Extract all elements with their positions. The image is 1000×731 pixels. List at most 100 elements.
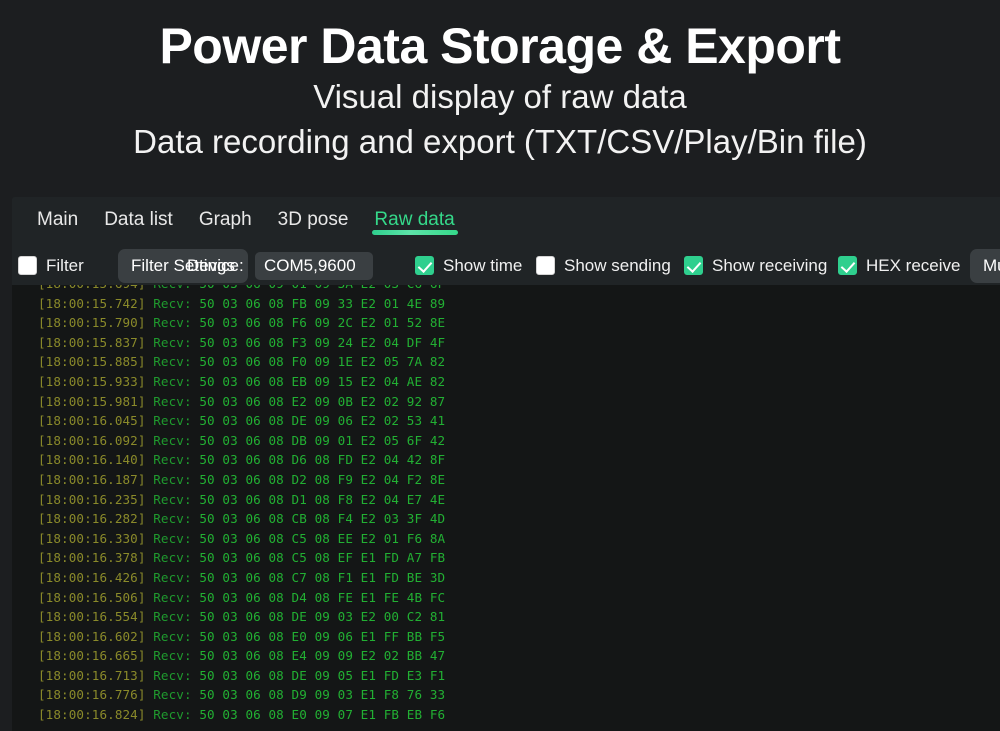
log-hex-payload: 50 03 06 08 D9 09 03 E1 F8 76 33 bbox=[199, 687, 446, 703]
log-timestamp: [18:00:15.981] bbox=[38, 393, 146, 409]
log-hex-payload: 50 03 06 08 FB 09 33 E2 01 4E 89 bbox=[199, 295, 446, 311]
log-timestamp: [18:00:15.790] bbox=[38, 315, 146, 331]
log-direction: Recv: bbox=[153, 285, 191, 291]
log-hex-payload: 50 03 06 08 E2 09 0B E2 02 92 87 bbox=[199, 393, 446, 409]
log-direction: Recv: bbox=[153, 511, 192, 527]
log-timestamp: [18:00:16.330] bbox=[38, 530, 146, 546]
log-hex-payload: 50 03 06 08 DE 09 06 E2 02 53 41 bbox=[199, 413, 446, 429]
log-hex-payload: 50 03 06 08 C5 08 EE E2 01 F6 8A bbox=[199, 530, 446, 546]
hex-receive-checkbox-icon[interactable] bbox=[838, 256, 857, 275]
log-line: [18:00:16.602] Recv: 50 03 06 08 E0 09 0… bbox=[38, 627, 1000, 647]
log-hex-payload: 50 03 06 08 C5 08 EF E1 FD A7 FB bbox=[199, 550, 446, 566]
log-line: [18:00:16.665] Recv: 50 03 06 08 E4 09 0… bbox=[38, 646, 1000, 666]
log-timestamp: [18:00:15.885] bbox=[38, 354, 146, 370]
log-direction: Recv: bbox=[153, 667, 192, 683]
show-receiving-checkbox-icon[interactable] bbox=[684, 256, 703, 275]
log-direction: Recv: bbox=[153, 628, 192, 644]
hex-receive-label: HEX receive bbox=[866, 255, 961, 275]
show-time-checkbox-icon[interactable] bbox=[415, 256, 434, 275]
tab-main-label: Main bbox=[37, 209, 79, 230]
device-field-group[interactable] bbox=[255, 246, 373, 285]
log-direction: Recv: bbox=[153, 609, 192, 625]
log-direction: Recv: bbox=[153, 334, 192, 350]
log-timestamp: [18:00:15.933] bbox=[38, 373, 146, 389]
log-timestamp: [18:00:16.554] bbox=[38, 609, 146, 625]
raw-data-log-pane[interactable]: [18:00:15.694] Recv: 50 03 06 09 01 09 3… bbox=[12, 285, 1000, 731]
show-sending-group[interactable]: Show sending bbox=[536, 246, 671, 285]
log-timestamp: [18:00:16.140] bbox=[38, 452, 146, 468]
tab-graph[interactable]: Graph bbox=[186, 197, 265, 246]
log-line: [18:00:16.554] Recv: 50 03 06 08 DE 09 0… bbox=[38, 607, 1000, 627]
filter-checkbox-label: Filter bbox=[46, 255, 84, 275]
log-direction: Recv: bbox=[153, 550, 192, 566]
log-timestamp: [18:00:16.092] bbox=[38, 432, 146, 448]
log-hex-payload: 50 03 06 08 D4 08 FE E1 FE 4B FC bbox=[199, 589, 446, 605]
multi-button-group[interactable]: Mu bbox=[970, 246, 1000, 285]
log-timestamp: [18:00:16.824] bbox=[38, 707, 146, 723]
log-hex-payload: 50 03 06 08 DE 09 05 E1 FD E3 F1 bbox=[199, 667, 446, 683]
log-line: [18:00:16.330] Recv: 50 03 06 08 C5 08 E… bbox=[38, 529, 1000, 549]
app-window: Main Data list Graph 3D pose Raw data Fi… bbox=[12, 197, 1000, 731]
log-direction: Recv: bbox=[153, 295, 192, 311]
log-hex-payload: 50 03 06 09 01 09 3A E2 03 C6 6F bbox=[199, 285, 445, 291]
log-hex-payload: 50 03 06 08 F0 09 1E E2 05 7A 82 bbox=[199, 354, 446, 370]
log-line: [18:00:16.045] Recv: 50 03 06 08 DE 09 0… bbox=[38, 411, 1000, 431]
log-hex-payload: 50 03 06 08 D6 08 FD E2 04 42 8F bbox=[199, 452, 446, 468]
show-time-group[interactable]: Show time bbox=[415, 246, 522, 285]
log-line: [18:00:16.282] Recv: 50 03 06 08 CB 08 F… bbox=[38, 509, 1000, 529]
log-hex-payload: 50 03 06 08 E0 09 06 E1 FF BB F5 bbox=[199, 628, 446, 644]
filter-checkbox-icon[interactable] bbox=[18, 256, 37, 275]
log-timestamp: [18:00:16.282] bbox=[38, 511, 146, 527]
log-timestamp: [18:00:16.045] bbox=[38, 413, 146, 429]
device-input[interactable] bbox=[255, 251, 373, 280]
log-direction: Recv: bbox=[153, 530, 192, 546]
log-direction: Recv: bbox=[153, 707, 192, 723]
poster-header: Power Data Storage & Export Visual displ… bbox=[0, 0, 1000, 195]
log-hex-payload: 50 03 06 08 F3 09 24 E2 04 DF 4F bbox=[199, 334, 446, 350]
log-timestamp: [18:00:16.187] bbox=[38, 471, 146, 487]
show-time-label: Show time bbox=[443, 255, 523, 275]
log-hex-payload: 50 03 06 08 F6 09 2C E2 01 52 8E bbox=[199, 315, 446, 331]
log-line: [18:00:15.933] Recv: 50 03 06 08 EB 09 1… bbox=[38, 372, 1000, 392]
log-timestamp: [18:00:16.235] bbox=[38, 491, 146, 507]
log-line: [18:00:16.378] Recv: 50 03 06 08 C5 08 E… bbox=[38, 548, 1000, 568]
page-subtitle-2: Data recording and export (TXT/CSV/Play/… bbox=[133, 122, 867, 160]
tab-data-list[interactable]: Data list bbox=[91, 197, 186, 246]
log-hex-payload: 50 03 06 08 EB 09 15 E2 04 AE 82 bbox=[199, 373, 446, 389]
show-receiving-label: Show receiving bbox=[712, 255, 828, 275]
log-direction: Recv: bbox=[153, 569, 192, 585]
page-subtitle-1: Visual display of raw data bbox=[313, 78, 687, 115]
show-sending-checkbox-icon[interactable] bbox=[536, 256, 555, 275]
filter-checkbox-group[interactable]: Filter bbox=[18, 246, 84, 285]
log-line: [18:00:16.713] Recv: 50 03 06 08 DE 09 0… bbox=[38, 666, 1000, 686]
log-line: [18:00:16.092] Recv: 50 03 06 08 DB 09 0… bbox=[38, 431, 1000, 451]
tab-raw-data-label: Raw data bbox=[374, 209, 455, 230]
hex-receive-group[interactable]: HEX receive bbox=[838, 246, 960, 285]
active-tab-indicator bbox=[372, 230, 458, 235]
tab-raw-data[interactable]: Raw data bbox=[361, 197, 467, 246]
raw-data-toolbar: Filter Filter Settings Device: Show time… bbox=[12, 246, 1000, 285]
multi-button[interactable]: Mu bbox=[970, 248, 1000, 283]
log-timestamp: [18:00:16.713] bbox=[38, 667, 146, 683]
tab-data-list-label: Data list bbox=[104, 209, 173, 230]
tab-3d-pose-label: 3D pose bbox=[277, 209, 349, 230]
log-direction: Recv: bbox=[153, 393, 192, 409]
log-hex-payload: 50 03 06 08 E0 09 07 E1 FB EB F6 bbox=[199, 707, 446, 723]
log-timestamp: [18:00:16.665] bbox=[38, 648, 146, 664]
log-line: [18:00:16.824] Recv: 50 03 06 08 E0 09 0… bbox=[38, 705, 1000, 725]
log-line: [18:00:16.776] Recv: 50 03 06 08 D9 09 0… bbox=[38, 685, 1000, 705]
log-direction: Recv: bbox=[153, 687, 192, 703]
log-direction: Recv: bbox=[153, 471, 192, 487]
tab-main[interactable]: Main bbox=[24, 197, 91, 246]
log-direction: Recv: bbox=[153, 432, 192, 448]
log-line: [18:00:16.506] Recv: 50 03 06 08 D4 08 F… bbox=[38, 588, 1000, 608]
log-line: [18:00:16.140] Recv: 50 03 06 08 D6 08 F… bbox=[38, 450, 1000, 470]
log-direction: Recv: bbox=[153, 373, 192, 389]
log-timestamp: [18:00:15.694] bbox=[38, 285, 146, 291]
tab-3d-pose[interactable]: 3D pose bbox=[265, 197, 362, 246]
log-line: [18:00:15.742] Recv: 50 03 06 08 FB 09 3… bbox=[38, 294, 1000, 314]
device-label: Device: bbox=[187, 255, 244, 275]
show-receiving-group[interactable]: Show receiving bbox=[684, 246, 827, 285]
log-line: [18:00:15.694] Recv: 50 03 06 09 01 09 3… bbox=[38, 285, 1000, 294]
log-hex-payload: 50 03 06 08 D1 08 F8 E2 04 E7 4E bbox=[199, 491, 446, 507]
